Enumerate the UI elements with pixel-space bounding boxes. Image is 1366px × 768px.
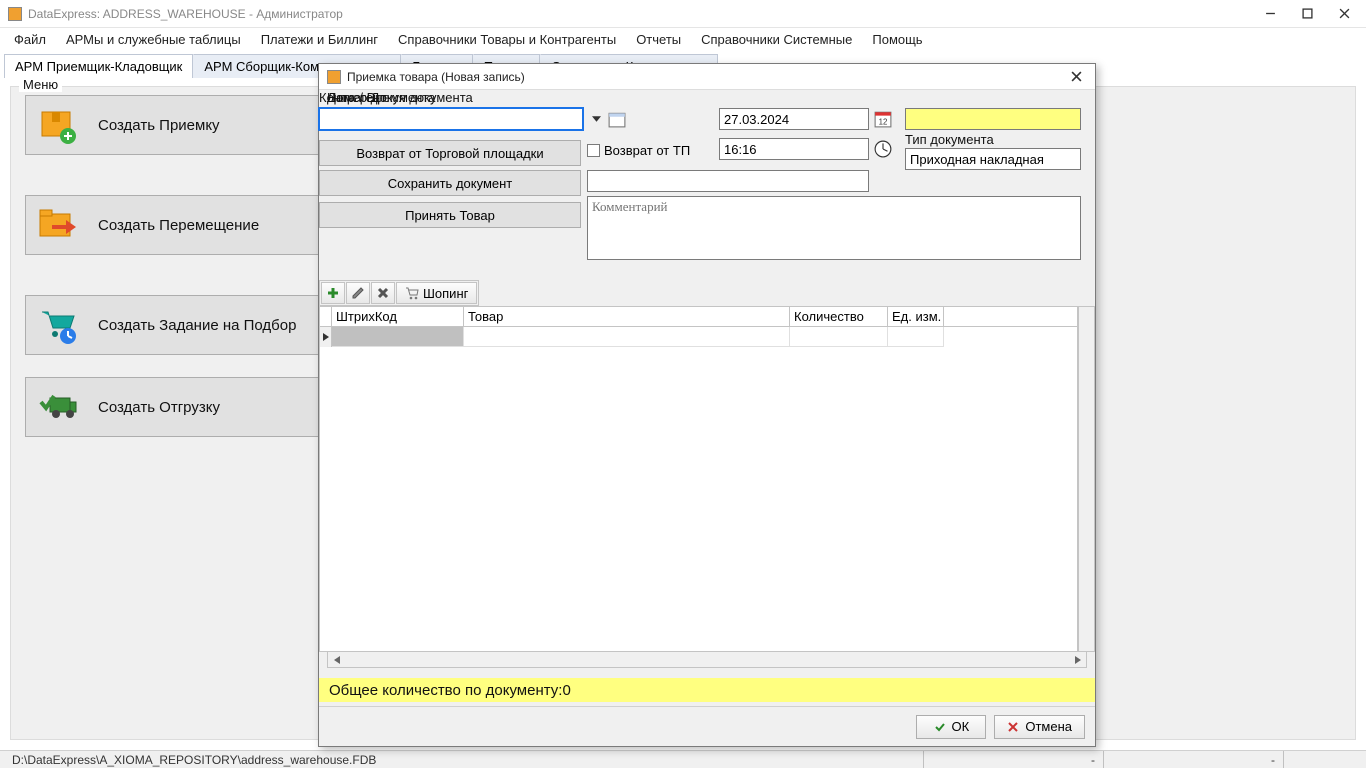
return-tp-checkbox[interactable] xyxy=(587,144,600,157)
col-unit[interactable]: Ед. изм. xyxy=(888,307,944,326)
window-title: DataExpress: ADDRESS_WAREHOUSE - Админис… xyxy=(28,7,1261,21)
ok-button[interactable]: ОК xyxy=(916,715,986,739)
box-plus-icon xyxy=(38,106,78,144)
return-tp-checkbox-row[interactable]: Возврат от ТП xyxy=(587,143,690,158)
doc-type-input[interactable] xyxy=(905,148,1081,170)
summary-label: Общее количество по документу: xyxy=(329,682,562,699)
row-indicator-icon xyxy=(320,327,332,347)
ok-button-label: ОК xyxy=(952,719,970,734)
dialog-title: Приемка товара (Новая запись) xyxy=(347,70,1065,84)
col-product[interactable]: Товар xyxy=(464,307,790,326)
grid-scrollbar-vertical[interactable] xyxy=(1078,306,1095,652)
menubar: Файл АРМы и служебные таблицы Платежи и … xyxy=(0,28,1366,52)
minimize-button[interactable] xyxy=(1261,4,1280,23)
create-move-button[interactable]: Создать Перемещение xyxy=(25,195,325,255)
grid-row[interactable] xyxy=(320,327,1077,347)
shopping-button[interactable]: Шопинг xyxy=(396,282,477,304)
summary-value: 0 xyxy=(562,682,570,699)
grid-body[interactable] xyxy=(320,327,1077,651)
cell-qty[interactable] xyxy=(790,327,888,347)
grid-header-indicator xyxy=(320,307,332,326)
truck-check-icon xyxy=(38,388,78,426)
menu-group-label: Меню xyxy=(19,77,62,92)
cancel-button-label: Отмена xyxy=(1025,719,1072,734)
status-dash-2: - xyxy=(1104,751,1284,768)
close-button[interactable] xyxy=(1335,4,1354,23)
clock-icon[interactable] xyxy=(874,140,892,158)
summary-bar: Общее количество по документу: 0 xyxy=(319,678,1095,702)
scroll-left-icon[interactable] xyxy=(328,652,345,667)
cart-clock-icon xyxy=(38,306,78,344)
cell-product[interactable] xyxy=(464,327,790,347)
dialog-icon xyxy=(327,70,341,84)
delete-row-button[interactable] xyxy=(371,282,395,304)
add-row-button[interactable] xyxy=(321,282,345,304)
menu-file[interactable]: Файл xyxy=(4,28,56,52)
menu-help[interactable]: Помощь xyxy=(862,28,932,52)
dialog-titlebar: Приемка товара (Новая запись) xyxy=(319,64,1095,90)
receipt-dialog: Приемка товара (Новая запись) Контрагент… xyxy=(318,63,1096,747)
doc-type-label: Тип документа xyxy=(905,132,994,147)
cancel-button[interactable]: Отмена xyxy=(994,715,1085,739)
edit-row-button[interactable] xyxy=(346,282,370,304)
window-titlebar: DataExpress: ADDRESS_WAREHOUSE - Админис… xyxy=(0,0,1366,28)
menu-reports[interactable]: Отчеты xyxy=(626,28,691,52)
extra-field[interactable] xyxy=(587,170,869,192)
dialog-close-button[interactable] xyxy=(1065,67,1087,87)
scroll-right-icon[interactable] xyxy=(1069,652,1086,667)
svg-text:12: 12 xyxy=(879,118,888,127)
create-move-label: Создать Перемещение xyxy=(98,217,259,234)
menu-goods-ref[interactable]: Справочники Товары и Контрагенты xyxy=(388,28,626,52)
accept-goods-button[interactable]: Принять Товар xyxy=(319,202,581,228)
dialog-body: Контрагент Дата / Время документа Номер … xyxy=(319,90,1095,706)
status-path: D:\DataExpress\A_XIOMA_REPOSITORY\addres… xyxy=(4,751,924,768)
grid-header: ШтрихКод Товар Количество Ед. изм. xyxy=(320,307,1077,327)
statusbar: D:\DataExpress\A_XIOMA_REPOSITORY\addres… xyxy=(0,750,1366,768)
time-input[interactable] xyxy=(719,138,869,160)
return-platform-button[interactable]: Возврат от Торговой площадки xyxy=(319,140,581,166)
save-doc-button[interactable]: Сохранить документ xyxy=(319,170,581,196)
col-qty[interactable]: Количество xyxy=(790,307,888,326)
folder-arrow-icon xyxy=(38,206,78,244)
shopping-button-label: Шопинг xyxy=(423,286,468,301)
create-receipt-button[interactable]: Создать Приемку xyxy=(25,95,325,155)
grid[interactable]: ШтрихКод Товар Количество Ед. изм. xyxy=(319,306,1078,652)
grid-scrollbar-horizontal[interactable] xyxy=(319,96,1095,113)
menu-system-ref[interactable]: Справочники Системные xyxy=(691,28,862,52)
menu-payments[interactable]: Платежи и Биллинг xyxy=(251,28,388,52)
menu-arm-tables[interactable]: АРМы и служебные таблицы xyxy=(56,28,251,52)
col-barcode[interactable]: ШтрихКод xyxy=(332,307,464,326)
cell-barcode[interactable] xyxy=(332,327,464,347)
dialog-footer: ОК Отмена xyxy=(319,706,1095,746)
create-shipment-label: Создать Отгрузку xyxy=(98,399,220,416)
window-controls xyxy=(1261,4,1354,23)
create-receipt-label: Создать Приемку xyxy=(98,117,220,134)
create-pick-task-button[interactable]: Создать Задание на Подбор xyxy=(25,295,325,355)
comment-textarea[interactable] xyxy=(587,196,1081,260)
maximize-button[interactable] xyxy=(1298,4,1317,23)
return-tp-checkbox-label: Возврат от ТП xyxy=(604,143,690,158)
create-shipment-button[interactable]: Создать Отгрузку xyxy=(25,377,325,437)
create-pick-task-label: Создать Задание на Подбор xyxy=(98,317,296,334)
app-icon xyxy=(8,7,22,21)
tab-receiver[interactable]: АРМ Приемщик-Кладовщик xyxy=(4,54,193,79)
status-dash-1: - xyxy=(924,751,1104,768)
grid-toolbar: Шопинг xyxy=(319,280,479,306)
grid-hscroll[interactable] xyxy=(327,651,1087,668)
cell-unit[interactable] xyxy=(888,327,944,347)
